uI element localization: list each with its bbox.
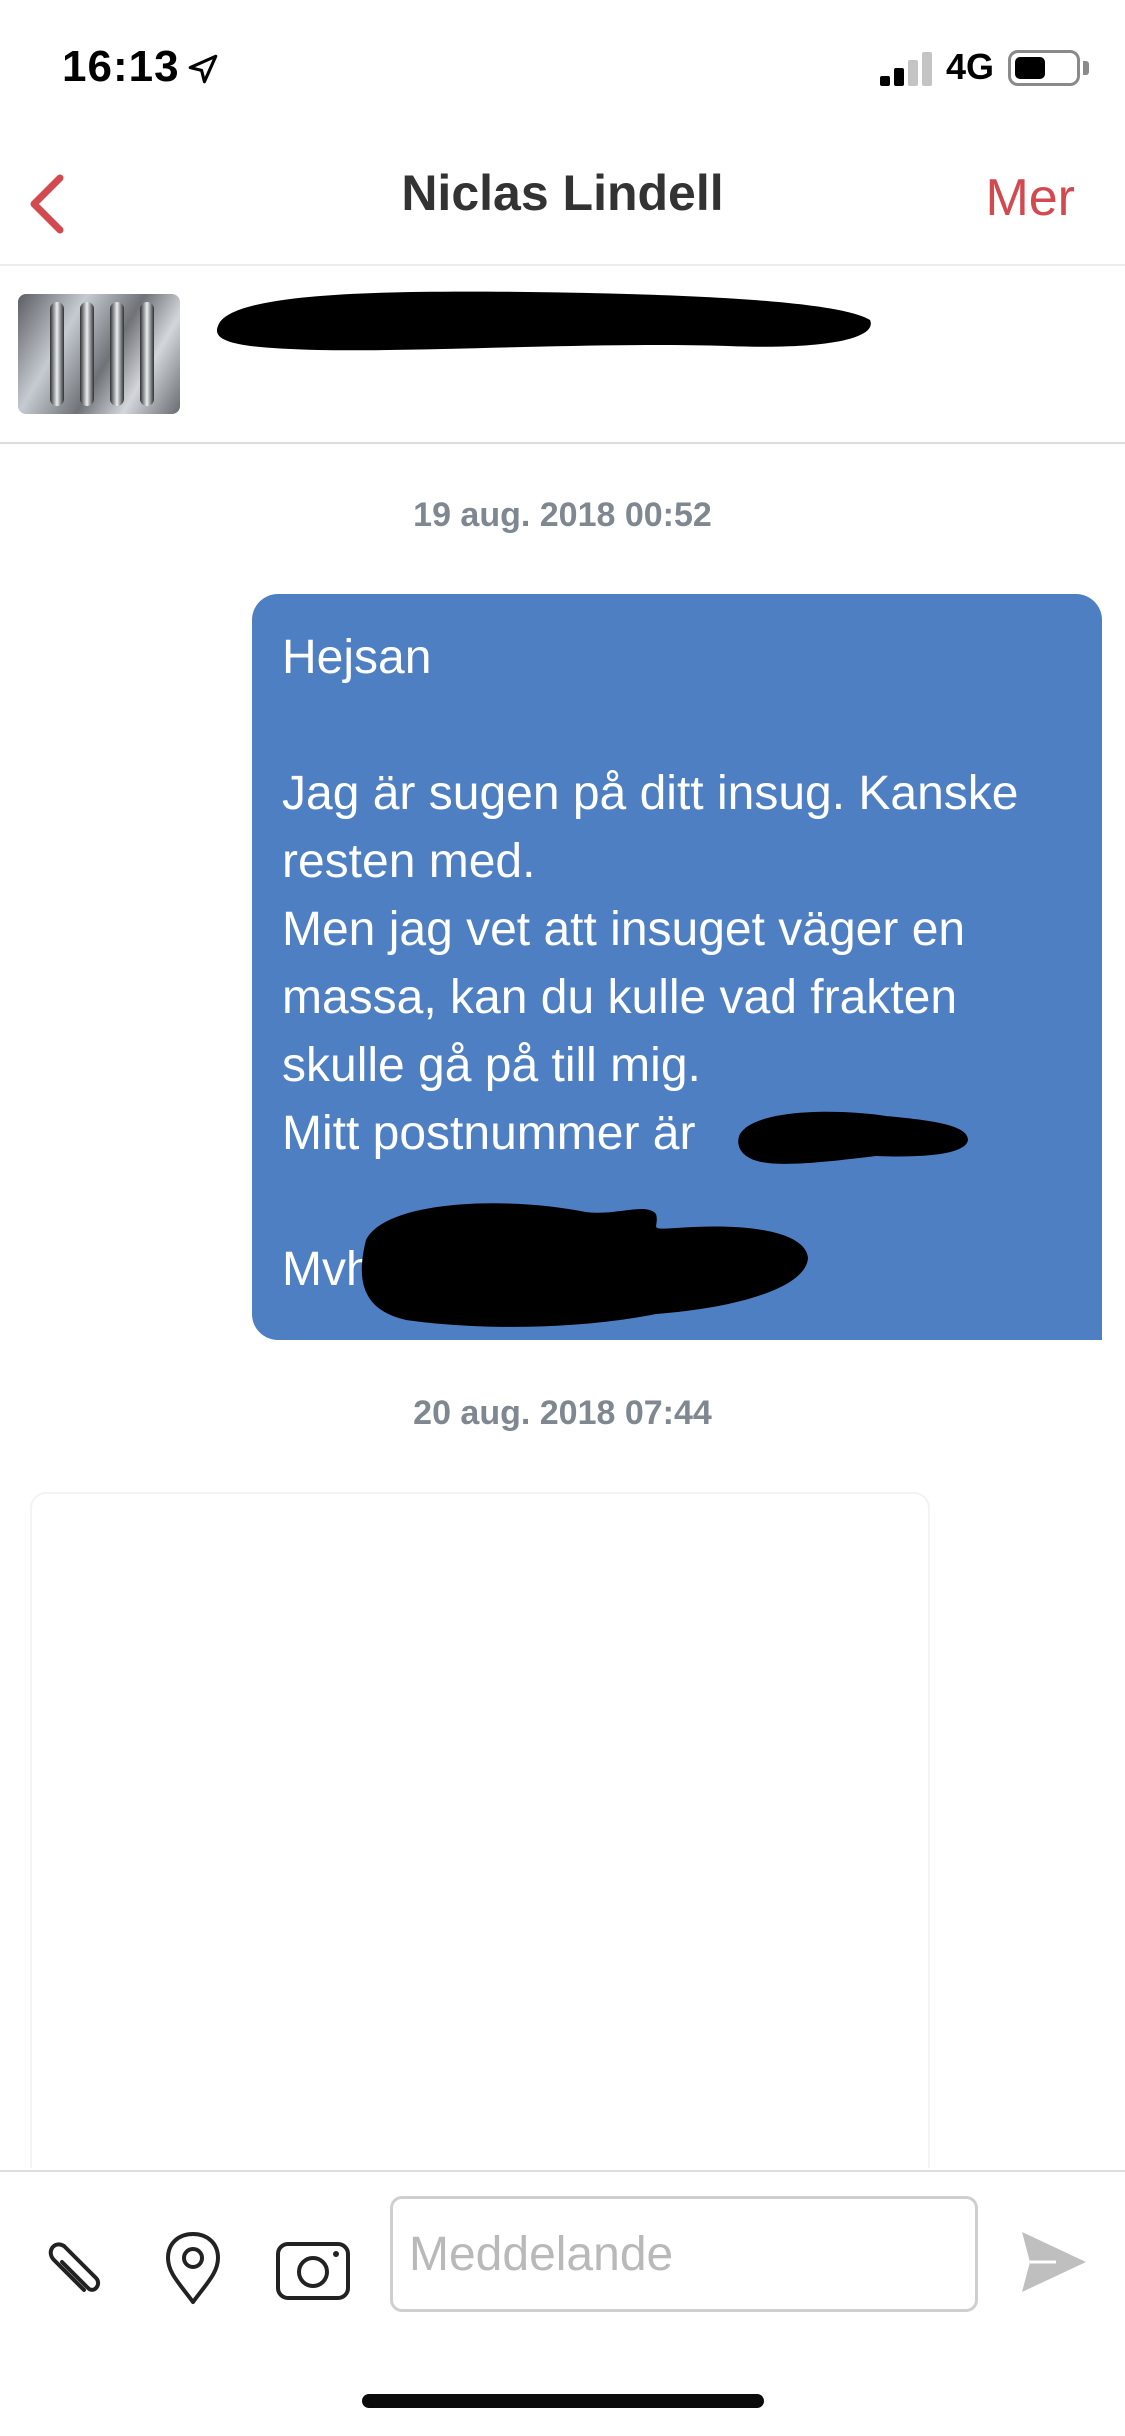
send-icon[interactable] xyxy=(1016,2224,1092,2300)
signature-redaction xyxy=(361,1203,808,1327)
location-arrow-icon xyxy=(188,54,218,84)
cellular-signal-icon xyxy=(880,52,934,86)
postcode-redaction xyxy=(738,1111,968,1164)
listing-header[interactable] xyxy=(0,266,1125,444)
more-button[interactable]: Mer xyxy=(985,168,1075,228)
signal-bar xyxy=(908,60,918,86)
location-pin-icon[interactable] xyxy=(154,2230,232,2308)
network-type: 4G xyxy=(946,46,995,87)
message-timestamp: 19 aug. 2018 00:52 xyxy=(413,496,712,534)
thumb-part xyxy=(80,302,94,406)
battery-level xyxy=(1015,57,1045,79)
received-message-bubble[interactable] xyxy=(30,1492,930,2168)
signal-bar xyxy=(880,76,890,86)
message-composer xyxy=(0,2170,1125,2350)
camera-icon[interactable] xyxy=(274,2230,352,2308)
status-bar: 16:13 4G xyxy=(0,0,1125,140)
nav-bar: Niclas Lindell Mer xyxy=(0,140,1125,266)
battery-icon xyxy=(1008,50,1080,86)
status-time: 16:13 xyxy=(62,42,180,91)
listing-title-redaction xyxy=(216,291,871,351)
listing-thumbnail[interactable] xyxy=(18,294,180,414)
message-timestamp: 20 aug. 2018 07:44 xyxy=(413,1394,712,1432)
message-input[interactable] xyxy=(390,2196,978,2312)
thumb-part xyxy=(50,302,64,406)
battery-tip xyxy=(1083,61,1089,75)
thumb-part xyxy=(140,302,154,406)
signal-bar xyxy=(922,52,932,86)
sent-message-bubble[interactable]: Hejsan Jag är sugen på ditt insug. Kansk… xyxy=(252,594,1102,1340)
home-indicator xyxy=(362,2394,764,2408)
conversation-title: Niclas Lindell xyxy=(401,165,724,221)
paperclip-icon[interactable] xyxy=(34,2230,112,2308)
thumb-part xyxy=(110,302,124,406)
signal-bar xyxy=(894,68,904,86)
